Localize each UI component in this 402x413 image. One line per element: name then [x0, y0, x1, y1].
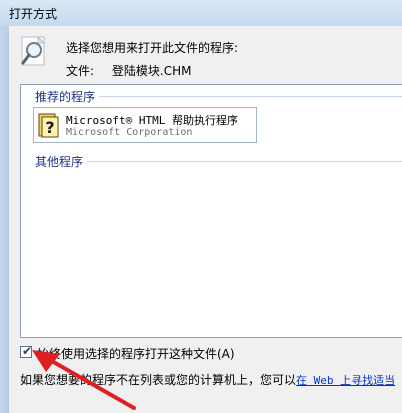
group-other: 其他程序	[35, 155, 84, 169]
annotation-arrow-icon	[32, 350, 136, 410]
group-divider	[87, 161, 402, 162]
program-list[interactable]: 推荐的程序 ? Microsoft® HTML 帮助执行程序 Microsoft…	[20, 84, 402, 338]
file-name: 登陆模块.CHM	[111, 64, 192, 78]
program-name: Microsoft® HTML 帮助执行程序	[66, 114, 238, 127]
group-divider	[99, 96, 402, 97]
group-recommended: 推荐的程序	[35, 90, 96, 104]
file-label: 文件:	[66, 64, 95, 78]
title-bar[interactable]: 打开方式	[0, 0, 402, 26]
svg-text:?: ?	[45, 118, 54, 137]
window-title: 打开方式	[9, 7, 58, 21]
web-search-link[interactable]: 在 Web 上寻找适当	[296, 374, 395, 387]
program-vendor: Microsoft Corporation	[66, 127, 193, 138]
magnifier-icon	[21, 36, 46, 66]
prompt-text: 选择您想用来打开此文件的程序:	[66, 41, 239, 55]
list-item[interactable]: ? Microsoft® HTML 帮助执行程序 Microsoft Corpo…	[33, 107, 257, 143]
file-row: 文件: 登陆模块.CHM	[66, 62, 191, 79]
window-frame-left	[0, 26, 9, 413]
help-book-icon: ?	[38, 113, 59, 138]
